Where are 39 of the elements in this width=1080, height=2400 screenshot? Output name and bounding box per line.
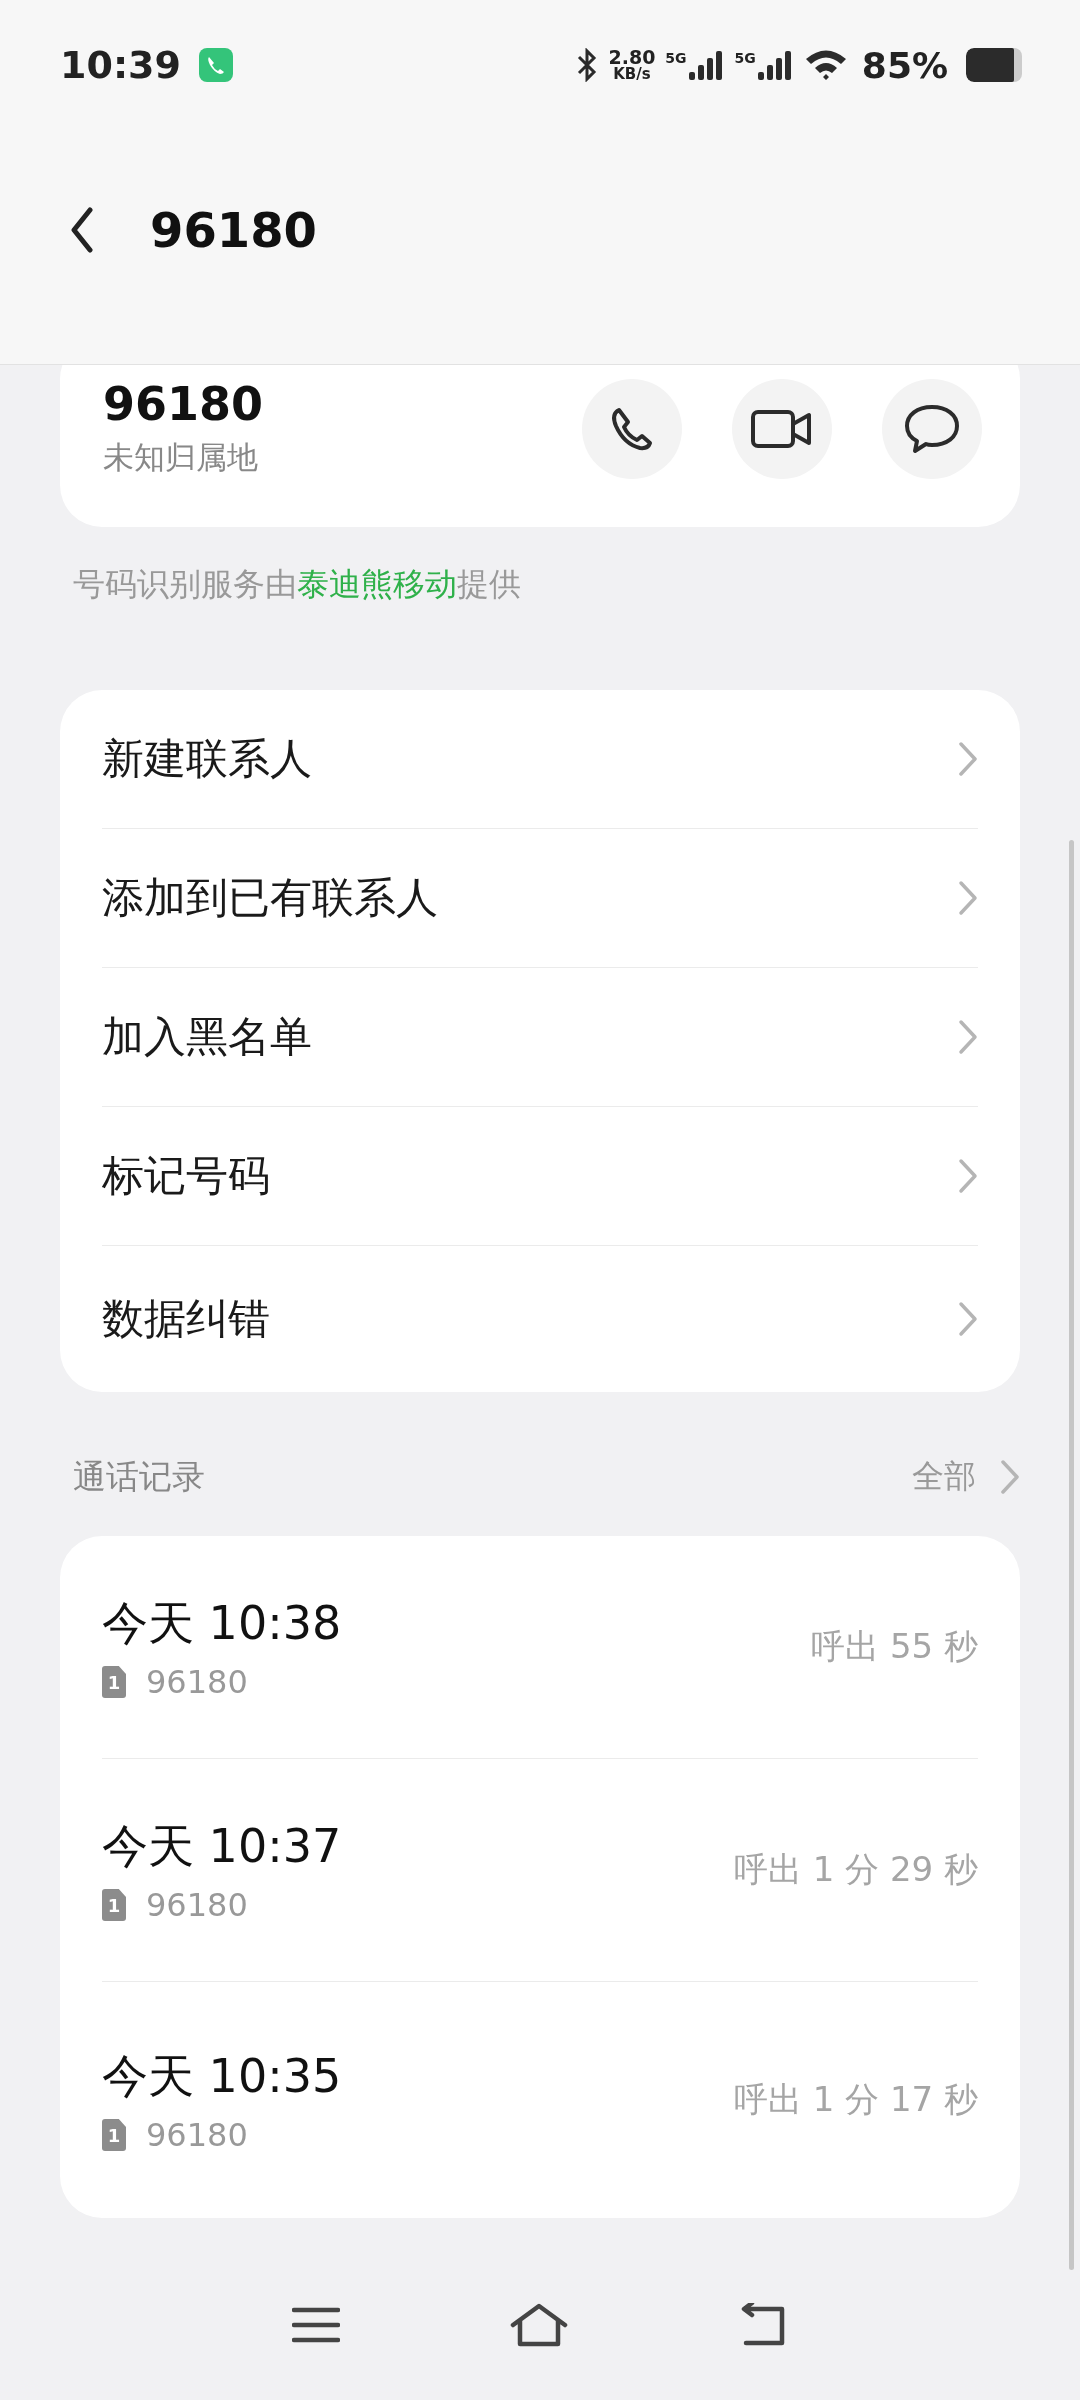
call-time: 今天 10:35	[102, 2048, 343, 2105]
section-title: 通话记录	[73, 1455, 206, 1498]
call-time: 今天 10:37	[102, 1818, 343, 1875]
sim-icon: 1	[102, 2119, 126, 2151]
call-duration: 呼出 1 分 29 秒	[733, 1848, 978, 1891]
call-duration: 呼出 55 秒	[811, 1625, 978, 1668]
call-number: 96180	[146, 2116, 248, 2154]
page-title: 96180	[150, 202, 317, 258]
phone-app-icon	[198, 48, 233, 82]
menu-item[interactable]: 加入黑名单	[102, 968, 978, 1107]
network-speed: 2.80 KB/s	[608, 48, 656, 82]
status-time: 10:39	[60, 43, 181, 87]
chevron-right-icon	[958, 741, 978, 777]
call-number: 96180	[146, 1663, 248, 1701]
chevron-right-icon	[958, 1019, 978, 1055]
sim-icon: 1	[102, 1666, 126, 1698]
bluetooth-icon	[576, 48, 599, 82]
menu-icon[interactable]	[292, 2305, 340, 2345]
call-duration: 呼出 1 分 17 秒	[733, 2078, 978, 2121]
menu-item[interactable]: 添加到已有联系人	[102, 829, 978, 968]
battery-percent: 85%	[861, 44, 948, 86]
chevron-right-icon	[1000, 1459, 1020, 1495]
menu-item[interactable]: 数据纠错	[102, 1246, 978, 1392]
chat-bubble-icon	[904, 403, 960, 455]
menu-item[interactable]: 新建联系人	[102, 690, 978, 829]
call-time: 今天 10:38	[102, 1595, 343, 1652]
phone-number: 96180	[103, 378, 265, 430]
sim-icon: 1	[102, 1889, 126, 1921]
chevron-right-icon	[958, 1301, 978, 1337]
video-camera-icon	[751, 409, 813, 449]
back-icon[interactable]	[70, 207, 94, 253]
provider-note: 号码识别服务由泰迪熊移动提供	[73, 564, 522, 605]
chevron-right-icon	[958, 1158, 978, 1194]
location-label: 未知归属地	[103, 438, 259, 478]
menu-item[interactable]: 标记号码	[102, 1107, 978, 1246]
battery-icon	[966, 48, 1022, 82]
home-icon[interactable]	[510, 2303, 568, 2347]
call-number: 96180	[146, 1886, 248, 1924]
chevron-right-icon	[958, 880, 978, 916]
